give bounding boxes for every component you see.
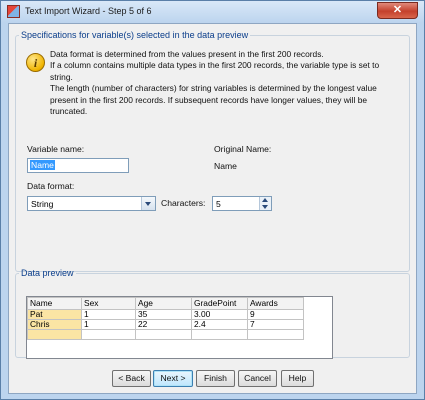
info-icon: i bbox=[26, 53, 45, 72]
spinner-buttons bbox=[259, 197, 271, 210]
next-button[interactable]: Next > bbox=[153, 370, 193, 387]
specifications-group: Specifications for variable(s) selected … bbox=[15, 30, 410, 272]
table-row: Chris 1 22 2.4 7 bbox=[27, 319, 304, 330]
table-cell[interactable]: Chris bbox=[27, 319, 82, 330]
preview-table: Name Sex Age GradePoint Awards Pat 1 35 … bbox=[27, 297, 304, 340]
characters-spinner[interactable]: 5 bbox=[212, 196, 272, 211]
variable-name-input[interactable]: Name bbox=[27, 158, 129, 173]
table-cell[interactable] bbox=[135, 329, 192, 340]
info-line-3: The length (number of characters) for st… bbox=[50, 83, 377, 117]
table-cell[interactable] bbox=[247, 329, 304, 340]
back-button[interactable]: < Back bbox=[112, 370, 151, 387]
data-format-dropdown[interactable]: String bbox=[27, 196, 156, 211]
column-header-sex[interactable]: Sex bbox=[81, 297, 136, 310]
data-preview-group: Data preview Name Sex Age GradePoint Awa… bbox=[15, 268, 410, 359]
window-title: Text Import Wizard - Step 5 of 6 bbox=[25, 6, 152, 16]
data-format-value: String bbox=[31, 199, 54, 209]
column-header-name[interactable]: Name bbox=[27, 297, 82, 310]
text-import-wizard-window: Text Import Wizard - Step 5 of 6 ✕ Speci… bbox=[0, 0, 425, 400]
title-bar[interactable]: Text Import Wizard - Step 5 of 6 ✕ bbox=[1, 1, 424, 23]
table-cell[interactable]: 2.4 bbox=[191, 319, 248, 330]
header-row: Name Sex Age GradePoint Awards bbox=[27, 297, 304, 310]
table-row bbox=[27, 329, 304, 340]
table-cell[interactable]: 35 bbox=[135, 309, 192, 320]
spin-up-icon[interactable] bbox=[262, 198, 268, 202]
close-button[interactable]: ✕ bbox=[377, 2, 418, 19]
table-cell[interactable]: 9 bbox=[247, 309, 304, 320]
original-name-value: Name bbox=[214, 161, 237, 171]
table-cell[interactable]: 1 bbox=[81, 309, 136, 320]
cancel-button[interactable]: Cancel bbox=[238, 370, 277, 387]
info-line-1: Data format is determined from the value… bbox=[50, 49, 324, 59]
table-cell[interactable] bbox=[191, 329, 248, 340]
spin-down-icon[interactable] bbox=[262, 205, 268, 209]
info-message: Data format is determined from the value… bbox=[50, 49, 402, 117]
column-header-gradepoint[interactable]: GradePoint bbox=[191, 297, 248, 310]
specifications-legend: Specifications for variable(s) selected … bbox=[21, 30, 249, 40]
variable-name-label: Variable name: bbox=[27, 144, 85, 154]
column-header-awards[interactable]: Awards bbox=[247, 297, 304, 310]
table-cell[interactable]: 7 bbox=[247, 319, 304, 330]
table-cell[interactable] bbox=[27, 329, 82, 340]
column-header-age[interactable]: Age bbox=[135, 297, 192, 310]
data-preview-grid[interactable]: Name Sex Age GradePoint Awards Pat 1 35 … bbox=[26, 296, 333, 359]
info-line-2: If a column contains multiple data types… bbox=[50, 60, 380, 82]
table-cell[interactable]: Pat bbox=[27, 309, 82, 320]
data-format-label: Data format: bbox=[27, 181, 75, 191]
finish-button[interactable]: Finish bbox=[196, 370, 235, 387]
characters-label: Characters: bbox=[161, 198, 206, 208]
chevron-down-icon[interactable] bbox=[141, 197, 155, 210]
table-cell[interactable]: 22 bbox=[135, 319, 192, 330]
variable-name-value: Name bbox=[30, 160, 55, 170]
help-button[interactable]: Help bbox=[281, 370, 314, 387]
table-cell[interactable]: 1 bbox=[81, 319, 136, 330]
table-row: Pat 1 35 3.00 9 bbox=[27, 309, 304, 320]
table-cell[interactable] bbox=[81, 329, 136, 340]
app-icon bbox=[7, 5, 20, 18]
data-preview-legend: Data preview bbox=[21, 268, 74, 278]
characters-value: 5 bbox=[216, 199, 221, 209]
original-name-label: Original Name: bbox=[214, 144, 272, 154]
wizard-body: Specifications for variable(s) selected … bbox=[8, 23, 417, 394]
table-cell[interactable]: 3.00 bbox=[191, 309, 248, 320]
